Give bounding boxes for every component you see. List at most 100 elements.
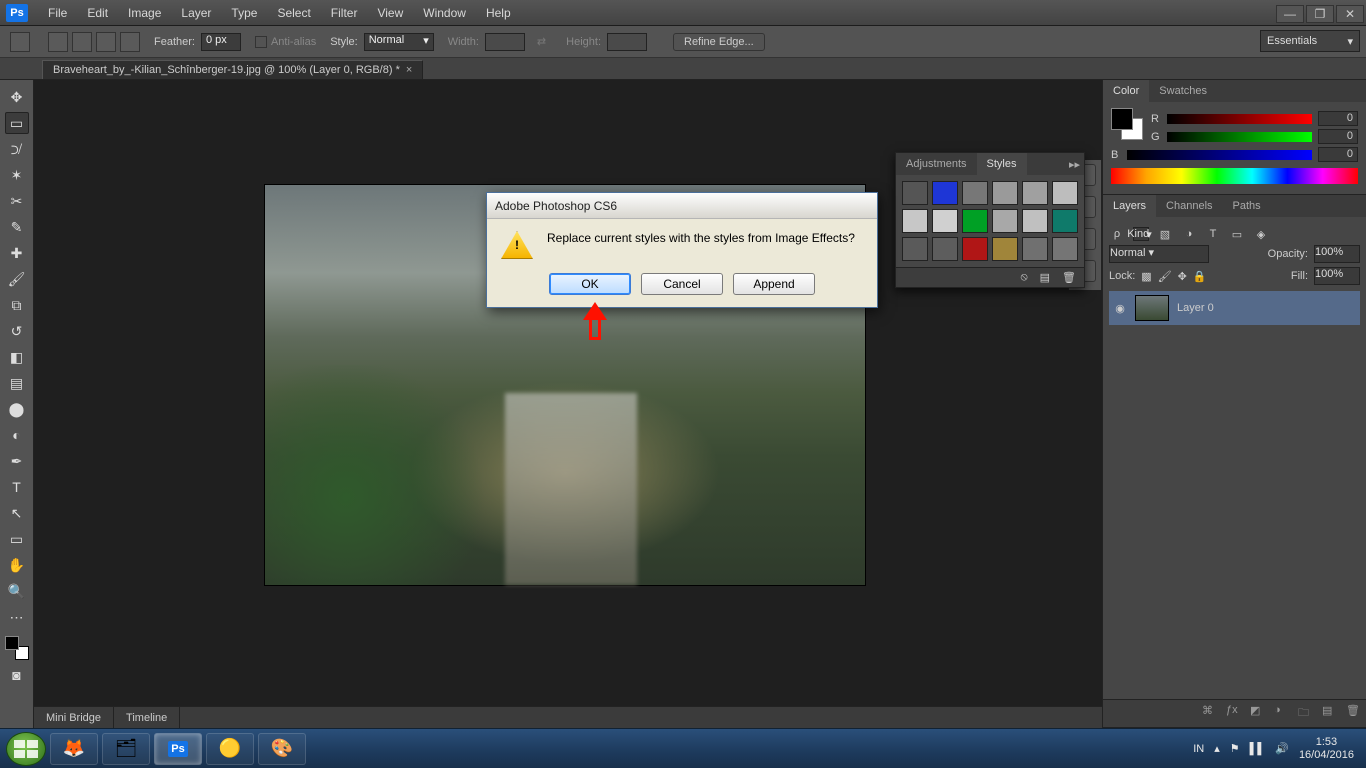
group-icon[interactable]: 🗀 <box>1298 704 1312 723</box>
menu-type[interactable]: Type <box>221 0 267 26</box>
style-swatch[interactable] <box>962 237 988 261</box>
menu-layer[interactable]: Layer <box>171 0 221 26</box>
shape-tool-icon[interactable]: ▭ <box>5 528 29 550</box>
style-swatch[interactable] <box>992 209 1018 233</box>
menu-image[interactable]: Image <box>118 0 171 26</box>
move-tool-icon[interactable]: ✥ <box>5 86 29 108</box>
tray-volume-icon[interactable]: 🔊 <box>1275 742 1289 755</box>
style-swatch[interactable] <box>1052 209 1078 233</box>
blur-tool-icon[interactable]: ⬤ <box>5 398 29 420</box>
style-swatch[interactable] <box>992 181 1018 205</box>
close-tab-icon[interactable]: × <box>406 64 412 76</box>
pen-tool-icon[interactable]: ✒ <box>5 450 29 472</box>
tab-paths[interactable]: Paths <box>1223 195 1271 217</box>
document-tab[interactable]: Braveheart_by_-Kilian_Schînberger-19.jpg… <box>42 60 423 79</box>
selmode-sub-icon[interactable] <box>96 32 116 52</box>
cancel-button[interactable]: Cancel <box>641 273 723 295</box>
tab-swatches[interactable]: Swatches <box>1149 80 1217 102</box>
menu-filter[interactable]: Filter <box>321 0 368 26</box>
tab-styles[interactable]: Styles <box>977 153 1027 175</box>
link-layers-icon[interactable]: ⌘ <box>1202 704 1216 723</box>
style-swatch[interactable] <box>1052 181 1078 205</box>
edit-toolbar-icon[interactable]: ⋯ <box>5 606 29 628</box>
style-new-icon[interactable]: ▤ <box>1040 271 1050 284</box>
feather-input[interactable]: 0 px <box>201 33 241 51</box>
style-nostyle-icon[interactable]: ⦸ <box>1020 271 1027 284</box>
crop-tool-icon[interactable]: ✂ <box>5 190 29 212</box>
fg-bg-colors[interactable] <box>5 636 29 660</box>
b-value[interactable]: 0 <box>1318 147 1358 162</box>
tab-minibridge[interactable]: Mini Bridge <box>34 707 114 728</box>
zoom-tool-icon[interactable]: 🔍 <box>5 580 29 602</box>
menu-window[interactable]: Window <box>413 0 476 26</box>
tab-channels[interactable]: Channels <box>1156 195 1222 217</box>
quickmask-icon[interactable]: ◙ <box>5 664 29 686</box>
adjustment-layer-icon[interactable]: ◑ <box>1274 704 1288 723</box>
g-value[interactable]: 0 <box>1318 129 1358 144</box>
filteradj-icon[interactable]: ◑ <box>1181 227 1197 241</box>
marquee-tool-icon[interactable]: ▭ <box>5 112 29 134</box>
menu-select[interactable]: Select <box>267 0 320 26</box>
layer-fx-icon[interactable]: ƒx <box>1226 704 1240 723</box>
window-close[interactable]: ✕ <box>1336 5 1364 23</box>
style-delete-icon[interactable]: 🗑 <box>1062 271 1076 284</box>
window-minimize[interactable]: ― <box>1276 5 1304 23</box>
menu-view[interactable]: View <box>367 0 413 26</box>
tray-chevron-up-icon[interactable]: ▴ <box>1214 742 1220 755</box>
layer-filter-kind[interactable]: Kind ▾ <box>1133 227 1149 241</box>
dodge-tool-icon[interactable]: ◐ <box>5 424 29 446</box>
style-swatch[interactable] <box>1022 209 1048 233</box>
taskbar-firefox-icon[interactable]: 🦊 <box>50 733 98 765</box>
filtershp-icon[interactable]: ▭ <box>1229 227 1245 241</box>
eyedropper-tool-icon[interactable]: ✎ <box>5 216 29 238</box>
ok-button[interactable]: OK <box>549 273 631 295</box>
menu-file[interactable]: File <box>38 0 77 26</box>
brush-tool-icon[interactable]: 🖌 <box>5 268 29 290</box>
eraser-tool-icon[interactable]: ◧ <box>5 346 29 368</box>
tab-color[interactable]: Color <box>1103 80 1149 102</box>
taskbar-chrome-icon[interactable]: 🟡 <box>206 733 254 765</box>
style-swatch[interactable] <box>992 237 1018 261</box>
tray-flag-icon[interactable]: ⚑ <box>1230 742 1240 755</box>
panel-collapse-icon[interactable]: ▸▸ <box>1065 158 1084 171</box>
gradient-tool-icon[interactable]: ▤ <box>5 372 29 394</box>
selmode-add-icon[interactable] <box>72 32 92 52</box>
menu-help[interactable]: Help <box>476 0 521 26</box>
layer-row[interactable]: ◉ Layer 0 <box>1109 291 1360 325</box>
filtersmart-icon[interactable]: ◈ <box>1253 227 1269 241</box>
menu-edit[interactable]: Edit <box>77 0 118 26</box>
refine-edge-button[interactable]: Refine Edge... <box>673 33 765 51</box>
style-swatch[interactable] <box>932 209 958 233</box>
filtertype-icon[interactable]: T <box>1205 227 1221 241</box>
lock-transpix-icon[interactable]: ▩ <box>1141 270 1151 283</box>
tab-adjustments[interactable]: Adjustments <box>896 153 977 175</box>
style-swatch[interactable] <box>1052 237 1078 261</box>
spectrum-ramp[interactable] <box>1111 168 1358 184</box>
type-tool-icon[interactable]: T <box>5 476 29 498</box>
opacity-input[interactable]: 100% <box>1314 245 1360 263</box>
style-swatch[interactable] <box>1022 237 1048 261</box>
blend-select[interactable]: Normal ▾ <box>1109 245 1209 263</box>
path-select-tool-icon[interactable]: ↖ <box>5 502 29 524</box>
new-layer-icon[interactable]: ▤ <box>1322 704 1336 723</box>
hand-tool-icon[interactable]: ✋ <box>5 554 29 576</box>
taskbar-explorer-icon[interactable]: 🗂 <box>102 733 150 765</box>
taskbar-paint-icon[interactable]: 🎨 <box>258 733 306 765</box>
g-slider[interactable] <box>1167 132 1312 142</box>
clonestamp-tool-icon[interactable]: ⧉ <box>5 294 29 316</box>
lock-pos-icon[interactable]: ✥ <box>1178 270 1187 283</box>
style-swatch[interactable] <box>962 209 988 233</box>
style-select[interactable]: Normal▾ <box>364 33 434 51</box>
history-brush-tool-icon[interactable]: ↺ <box>5 320 29 342</box>
workspace-switcher[interactable]: Essentials▾ <box>1260 30 1360 52</box>
tray-clock[interactable]: 1:5316/04/2016 <box>1299 736 1354 762</box>
lock-all-icon[interactable]: 🔒 <box>1193 270 1207 283</box>
r-value[interactable]: 0 <box>1318 111 1358 126</box>
tab-layers[interactable]: Layers <box>1103 195 1156 217</box>
style-swatch[interactable] <box>1022 181 1048 205</box>
style-swatch[interactable] <box>932 181 958 205</box>
delete-layer-icon[interactable]: 🗑 <box>1346 704 1360 723</box>
quickselect-tool-icon[interactable]: ✶ <box>5 164 29 186</box>
window-restore[interactable]: ❐ <box>1306 5 1334 23</box>
healing-tool-icon[interactable]: ✚ <box>5 242 29 264</box>
